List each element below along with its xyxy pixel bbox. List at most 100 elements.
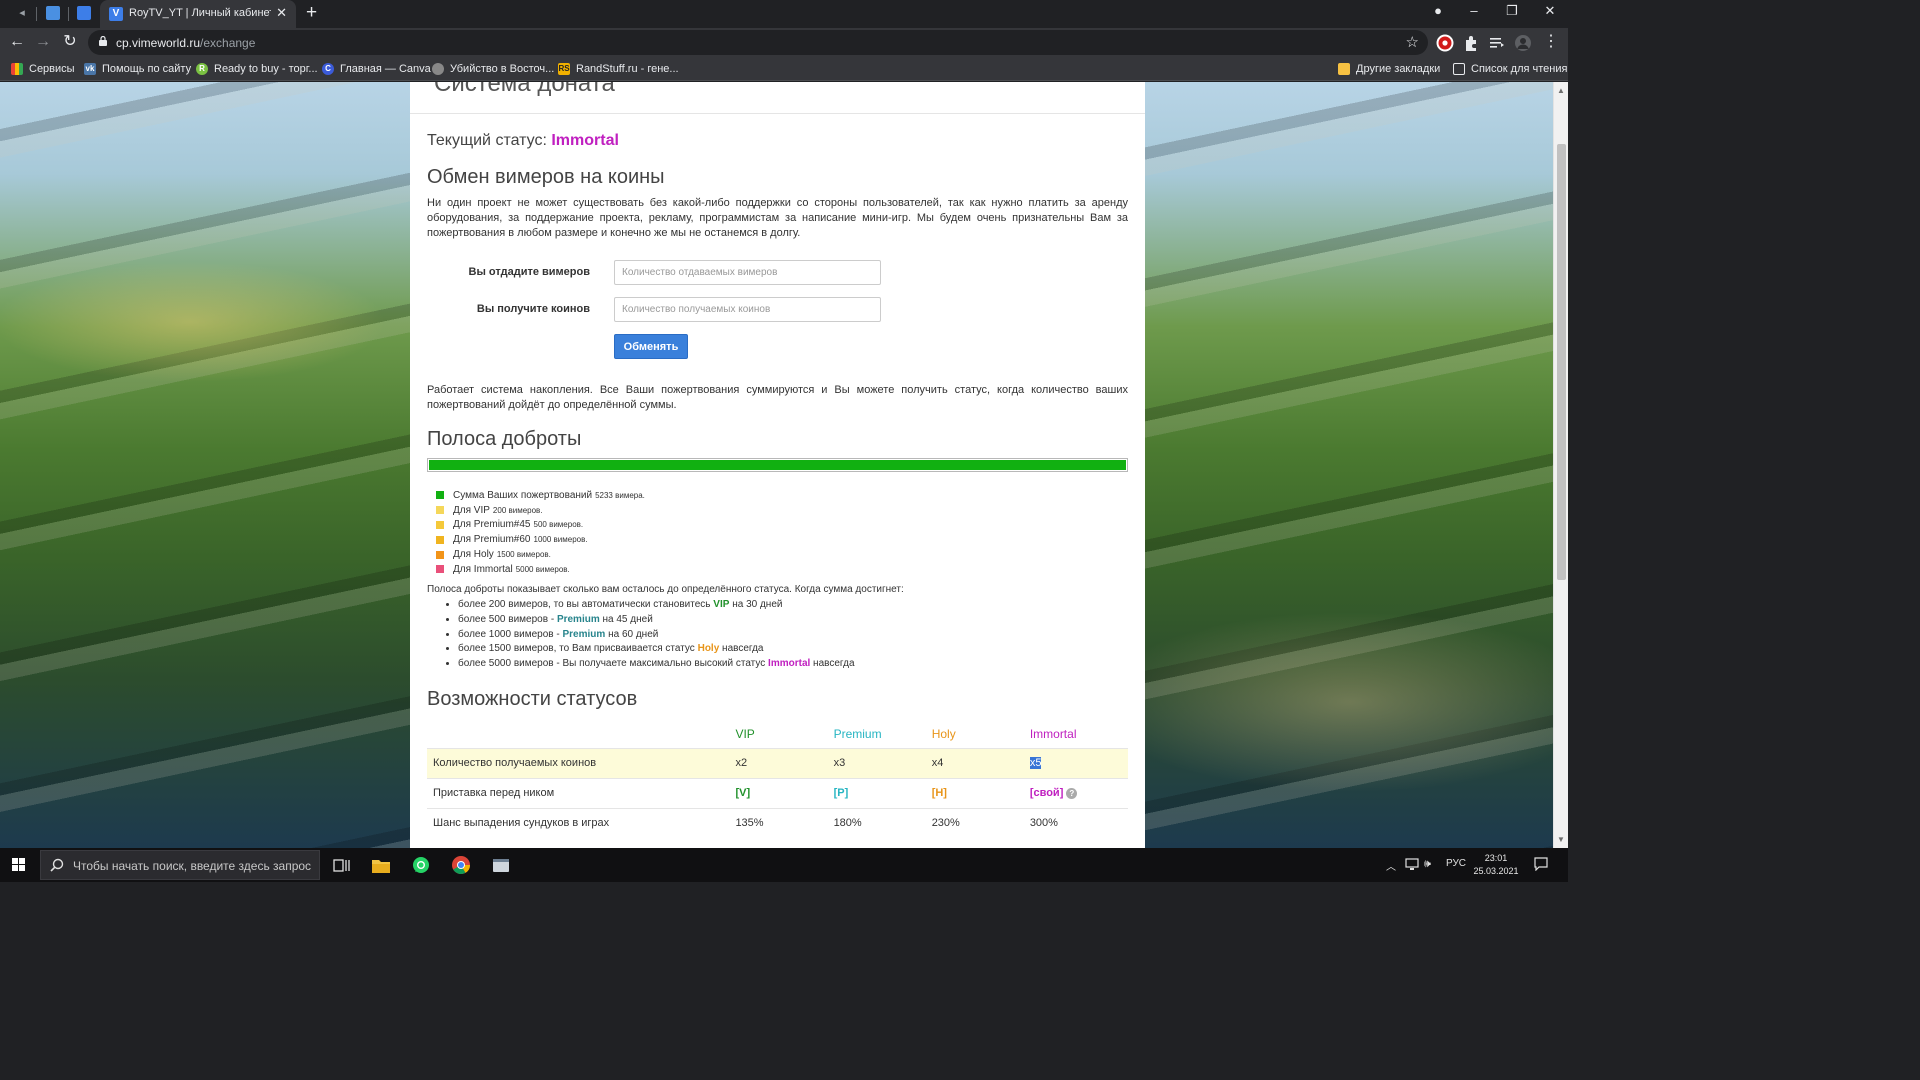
bookmark-services[interactable]: Сервисы <box>11 61 75 77</box>
url-domain: cp.vimeworld.ru <box>116 36 201 50</box>
network-icon[interactable] <box>1404 857 1420 871</box>
features-header-row: VIP Premium Holy Immortal <box>427 720 1128 748</box>
scroll-up-icon[interactable]: ▲ <box>1557 86 1565 95</box>
legend-item: Для Premium#45 500 вимеров. <box>436 518 1036 533</box>
taskbar-search-box[interactable]: Чтобы начать поиск, введите здесь запрос <box>40 850 320 880</box>
content-panel: Система доната Текущий статус: Immortal … <box>410 82 1145 848</box>
tier-item: более 5000 вимеров - Вы получаете максим… <box>458 657 855 672</box>
language-indicator[interactable]: РУС <box>1446 858 1466 869</box>
reading-list-icon <box>1453 63 1465 75</box>
bookmark-ready-to-buy[interactable]: R Ready to buy - торг... <box>196 61 318 77</box>
tab-separator <box>68 7 69 21</box>
scrollbar-thumb[interactable] <box>1557 144 1566 580</box>
new-tab-icon[interactable]: + <box>306 3 317 23</box>
pinned-tab-chat-icon[interactable] <box>46 6 60 20</box>
clock-time: 23:01 <box>1484 853 1508 863</box>
page-title: Система доната <box>434 82 615 97</box>
tier-item: более 1000 вимеров - Premium на 60 дней <box>458 628 855 643</box>
bookmark-label: Другие закладки <box>1356 63 1441 75</box>
bookmark-label: Главная — Canva <box>340 63 431 75</box>
row-label: Приставка перед ником <box>427 777 736 808</box>
exchange-title: Обмен вимеров на коины <box>427 166 665 188</box>
scroll-down-icon[interactable]: ▼ <box>1557 835 1565 844</box>
chrome-icon[interactable] <box>442 852 480 880</box>
tab-strip: ◂ V RoyTV_YT | Личный кабинет Vi ✕ + ● –… <box>0 0 1568 28</box>
table-row: Приставка перед ником [V] [P] [H] [свой]… <box>427 777 1128 808</box>
task-view-icon[interactable] <box>322 852 360 880</box>
table-row: Количество получаемых коинов x2 x3 x4 x5 <box>427 747 1128 778</box>
give-label: Вы отдадите вимеров <box>468 266 590 278</box>
bookmark-canva[interactable]: C Главная — Canva <box>322 61 431 77</box>
page-scrollbar[interactable]: ▲ ▼ <box>1553 82 1568 848</box>
bookmark-randstuff[interactable]: RS RandStuff.ru - гене... <box>558 61 679 77</box>
whatsapp-icon[interactable] <box>402 852 440 880</box>
search-icon <box>50 858 64 872</box>
reading-list-button[interactable]: Список для чтения <box>1453 61 1567 77</box>
windows-start-icon[interactable] <box>0 848 38 882</box>
legend-label: Для Premium#60 <box>453 534 531 546</box>
prefix-custom: [свой] <box>1029 787 1064 799</box>
system-clock[interactable]: 23:01 25.03.2021 <box>1468 852 1524 878</box>
notifications-icon[interactable] <box>1534 857 1548 871</box>
restore-icon[interactable]: ❐ <box>1502 3 1522 19</box>
r-logo-icon: R <box>196 63 208 75</box>
give-vimers-input[interactable] <box>614 260 881 285</box>
bookmark-murder[interactable]: Убийство в Восточ... <box>432 61 554 77</box>
features-header-empty <box>427 720 735 748</box>
legend-label: Для VIP <box>453 504 490 516</box>
cell-value: [P] <box>833 777 932 808</box>
bookmark-help[interactable]: vk Помощь по сайту <box>84 61 191 77</box>
legend-amount: 1500 вимеров. <box>496 550 551 560</box>
legend-label: Сумма Ваших пожертвований <box>453 489 593 501</box>
bookmark-other[interactable]: Другие закладки <box>1338 61 1440 77</box>
reading-list-icon[interactable] <box>1488 34 1506 52</box>
cell-value: 230% <box>931 807 1030 838</box>
exchange-button[interactable]: Обменять <box>614 334 688 359</box>
browser-menu-icon[interactable]: ⋮ <box>1541 33 1561 51</box>
tab-search-icon[interactable]: ◂ <box>12 4 32 22</box>
forward-icon[interactable]: → <box>33 33 53 51</box>
volume-icon[interactable]: 🕪 <box>1424 858 1431 871</box>
back-icon[interactable]: ← <box>7 33 27 51</box>
panel-header: Система доната <box>410 82 1145 114</box>
minimize-icon[interactable]: – <box>1464 3 1484 18</box>
mask-icon <box>432 63 444 75</box>
bookmark-label: Убийство в Восточ... <box>450 63 555 75</box>
tab-close-icon[interactable]: ✕ <box>276 5 287 21</box>
opera-extension-icon[interactable] <box>1436 34 1454 52</box>
header-vip: VIP <box>735 726 755 741</box>
close-window-icon[interactable]: ✕ <box>1540 3 1560 19</box>
legend-item: Для Holy 1500 вимеров. <box>436 547 1036 562</box>
vimeworld-favicon-icon: V <box>109 7 123 21</box>
file-explorer-icon[interactable] <box>362 852 400 880</box>
get-coins-input[interactable] <box>614 297 881 322</box>
legend-item: Для Premium#60 1000 вимеров. <box>436 532 1036 547</box>
kindness-progress-bar <box>427 458 1128 472</box>
tray-expand-icon[interactable]: ︿ <box>1386 858 1396 873</box>
header-immortal: Immortal <box>1029 726 1077 741</box>
tier-text: более 1500 вимеров, то Вам присваивается… <box>458 643 698 655</box>
legend-swatch <box>436 506 444 515</box>
extensions-puzzle-icon[interactable] <box>1462 34 1480 52</box>
help-question-icon[interactable]: ? <box>1066 787 1078 799</box>
tier-text: навсегда <box>719 643 764 655</box>
tier-status-holy: Holy <box>697 643 720 655</box>
canva-icon: C <box>322 63 334 75</box>
bookmark-star-icon[interactable]: ☆ <box>1406 33 1419 51</box>
app-window-icon[interactable] <box>482 852 520 880</box>
apps-grid-icon <box>11 63 23 75</box>
reload-icon[interactable]: ↻ <box>60 33 80 51</box>
bookmark-label: RandStuff.ru - гене... <box>576 63 679 75</box>
address-bar[interactable]: cp.vimeworld.ru/exchange ☆ <box>88 30 1428 55</box>
tier-text: более 200 вимеров, то вы автоматически с… <box>458 599 714 610</box>
row-label: Шанс выпадения сундуков в играх <box>427 807 736 838</box>
profile-avatar-icon[interactable] <box>1514 34 1532 52</box>
tier-item: более 1500 вимеров, то Вам присваивается… <box>458 642 855 657</box>
bookmark-label: Список для чтения <box>1471 63 1568 75</box>
cell-value: 135% <box>735 807 834 838</box>
pinned-tab-vime-icon[interactable] <box>77 6 91 20</box>
active-tab[interactable]: V RoyTV_YT | Личный кабинет Vi ✕ <box>100 0 296 28</box>
bookmark-label: Помощь по сайту <box>102 63 192 75</box>
profile-menu-icon[interactable]: ● <box>1428 3 1448 18</box>
legend-label: Для Immortal <box>453 563 513 575</box>
